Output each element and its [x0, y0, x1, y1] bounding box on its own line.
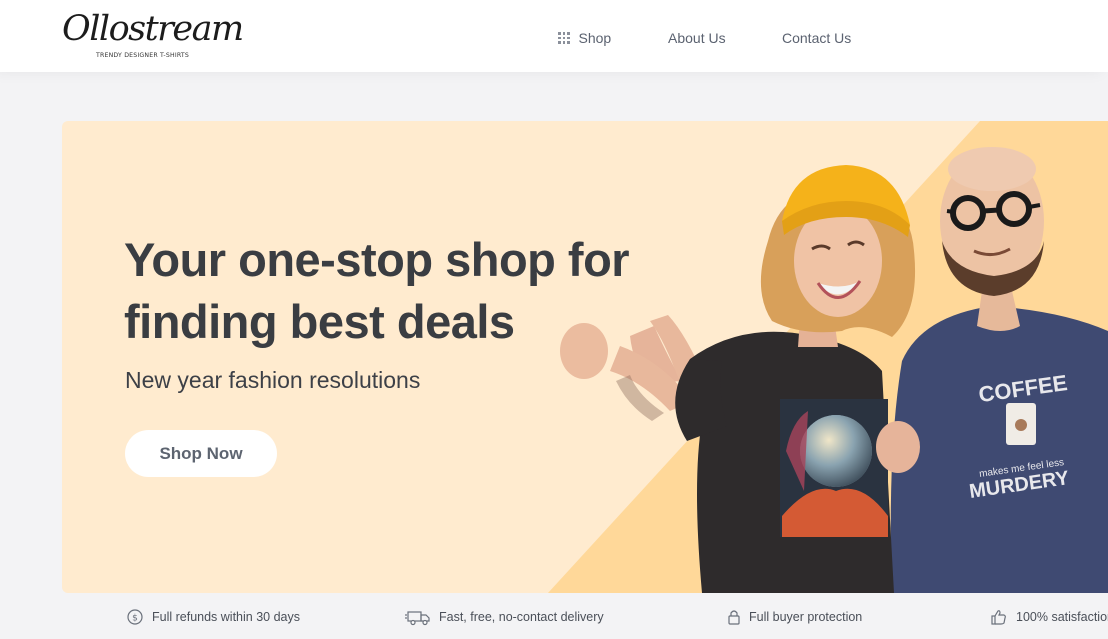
grid-icon [558, 32, 570, 44]
hero-subtitle: New year fashion resolutions [125, 367, 421, 393]
feature-delivery: Fast, free, no-contact delivery [405, 608, 604, 626]
brand-name: Ollostream [62, 9, 244, 49]
brand-tagline: TRENDY DESIGNER T-SHIRTS [96, 52, 190, 59]
man-figure: COFFEE makes me feel less MURDERY [890, 147, 1108, 593]
delivery-truck-icon [405, 611, 430, 626]
feature-label: Full buyer protection [749, 610, 863, 624]
page: Ollostream TRENDY DESIGNER T-SHIRTS Shop… [0, 0, 1108, 639]
shop-now-button[interactable]: Shop Now [125, 430, 277, 477]
thumbs-up-icon [991, 610, 1006, 625]
hero-banner: Your one-stop shop for finding best deal… [62, 121, 1108, 593]
nav-shop-label: Shop [578, 30, 612, 46]
feature-label: 100% satisfaction [1016, 610, 1108, 624]
svg-text:$: $ [132, 614, 138, 624]
nav-about-link[interactable]: About Us [668, 30, 726, 46]
feature-protection: Full buyer protection [727, 608, 862, 626]
lock-icon [728, 610, 740, 625]
feature-label: Fast, free, no-contact delivery [439, 610, 604, 624]
hero-models-image: COFFEE makes me feel less MURDERY [560, 147, 1108, 593]
nav-shop-link[interactable]: Shop [558, 30, 611, 46]
feature-satisfaction: 100% satisfaction [990, 608, 1108, 626]
woman-figure [560, 165, 920, 593]
nav-contact-link[interactable]: Contact Us [782, 30, 851, 46]
site-header: Ollostream TRENDY DESIGNER T-SHIRTS Shop… [0, 0, 1108, 72]
feature-refunds: $ Full refunds within 30 days [126, 608, 300, 626]
brand-logo[interactable]: Ollostream TRENDY DESIGNER T-SHIRTS [62, 6, 244, 64]
dollar-refund-icon: $ [127, 609, 143, 625]
feature-label: Full refunds within 30 days [152, 610, 300, 624]
features-bar: $ Full refunds within 30 days Fast, free… [0, 608, 1108, 634]
